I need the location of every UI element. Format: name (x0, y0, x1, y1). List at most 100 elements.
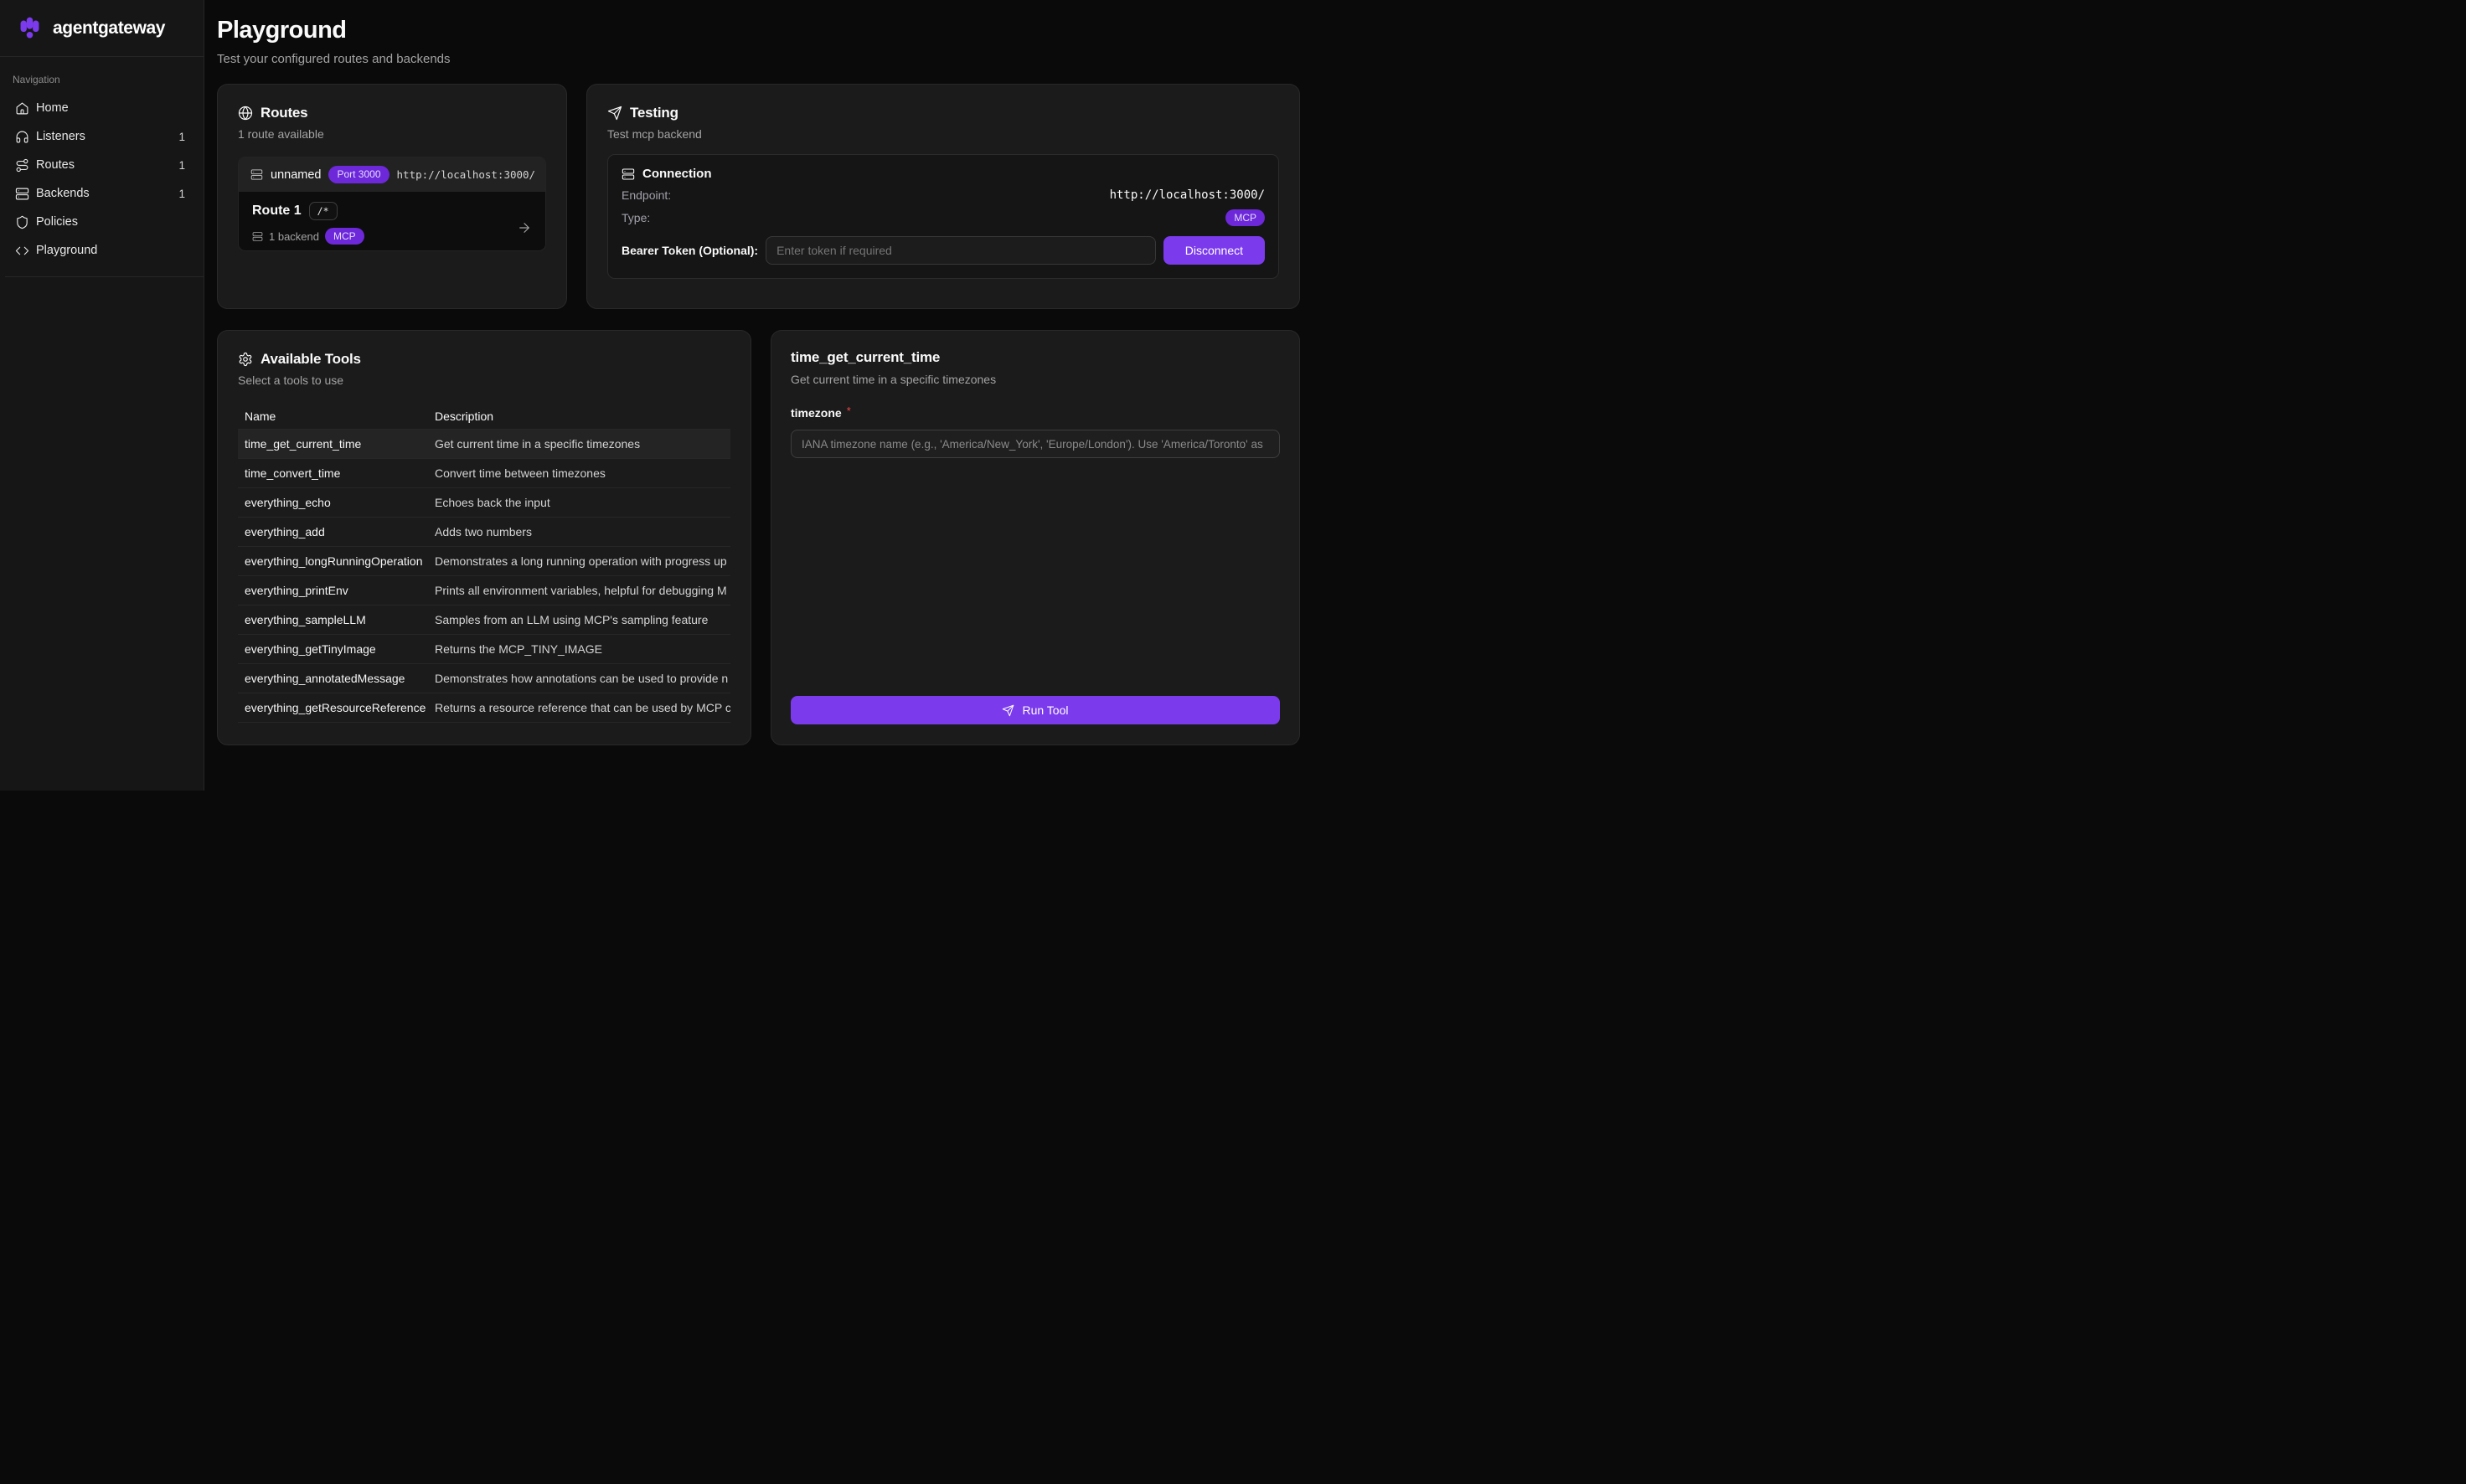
agentgateway-logo-icon (17, 15, 43, 41)
page-title: Playground (217, 17, 1300, 44)
sidebar-item-count: 1 (178, 159, 185, 172)
tool-name: everything_printEnv (238, 584, 428, 597)
tool-panel-title: time_get_current_time (791, 349, 1280, 366)
headphones-icon (15, 130, 29, 144)
tool-name: time_get_current_time (238, 437, 428, 451)
nav-divider (5, 276, 204, 277)
tool-description: Convert time between timezones (428, 466, 730, 480)
tool-row-everything_getTinyImage[interactable]: everything_getTinyImageReturns the MCP_T… (238, 635, 730, 664)
timezone-field-label: timezone (791, 406, 842, 420)
sidebar: agentgateway Navigation HomeListeners1Ro… (0, 0, 204, 791)
route-icon (15, 158, 29, 173)
tool-name: everything_sampleLLM (238, 613, 428, 626)
sidebar-item-backends[interactable]: Backends 1 (0, 179, 204, 208)
run-tool-button[interactable]: Run Tool (791, 696, 1280, 724)
main-content: Playground Test your configured routes a… (204, 0, 1313, 791)
tools-card-title: Available Tools (261, 351, 361, 368)
sidebar-item-playground[interactable]: Playground (0, 236, 204, 265)
tools-card-subtitle: Select a tools to use (238, 374, 730, 387)
tool-row-everything_getResourceReference[interactable]: everything_getResourceReferenceReturns a… (238, 693, 730, 723)
sidebar-item-routes[interactable]: Routes 1 (0, 151, 204, 179)
endpoint-label: Endpoint: (622, 188, 671, 202)
tool-description: Echoes back the input (428, 496, 730, 509)
sidebar-item-label: Home (36, 101, 185, 115)
gear-icon (238, 352, 253, 367)
tool-description: Returns a resource reference that can be… (428, 701, 730, 714)
tool-row-everything_add[interactable]: everything_addAdds two numbers (238, 518, 730, 547)
tool-description: Adds two numbers (428, 525, 730, 538)
sidebar-item-home[interactable]: Home (0, 94, 204, 122)
tool-row-time_get_current_time[interactable]: time_get_current_timeGet current time in… (238, 430, 730, 459)
route-row[interactable]: Route 1 /* 1 backend MCP (239, 192, 545, 250)
routes-card: Routes 1 route available unnamed Port 30… (217, 84, 567, 309)
disconnect-button[interactable]: Disconnect (1163, 236, 1265, 265)
send-icon (1002, 704, 1014, 717)
globe-icon (238, 106, 253, 121)
tool-name: time_convert_time (238, 466, 428, 480)
sidebar-item-policies[interactable]: Policies (0, 208, 204, 236)
sidebar-item-listeners[interactable]: Listeners 1 (0, 122, 204, 151)
tool-row-everything_sampleLLM[interactable]: everything_sampleLLMSamples from an LLM … (238, 605, 730, 635)
server-icon (250, 168, 263, 181)
routes-card-title: Routes (261, 105, 307, 121)
testing-card-title: Testing (630, 105, 678, 121)
server-icon (622, 167, 635, 181)
route-name: Route 1 (252, 204, 302, 219)
tool-row-everything_longRunningOperation[interactable]: everything_longRunningOperationDemonstra… (238, 547, 730, 576)
tool-row-everything_annotatedMessage[interactable]: everything_annotatedMessageDemonstrates … (238, 664, 730, 693)
tool-row-everything_printEnv[interactable]: everything_printEnvPrints all environmen… (238, 576, 730, 605)
sidebar-item-label: Listeners (36, 130, 172, 143)
tool-row-time_convert_time[interactable]: time_convert_timeConvert time between ti… (238, 459, 730, 488)
tools-table: Name Description time_get_current_timeGe… (238, 403, 730, 723)
tool-name: everything_annotatedMessage (238, 672, 428, 685)
send-icon (607, 106, 622, 121)
tool-name: everything_longRunningOperation (238, 554, 428, 568)
tool-name: everything_echo (238, 496, 428, 509)
route-type-badge: MCP (325, 228, 364, 245)
required-asterisk: * (847, 404, 851, 417)
tool-name: everything_getTinyImage (238, 642, 428, 656)
run-tool-label: Run Tool (1022, 703, 1068, 717)
sidebar-item-count: 1 (178, 188, 185, 200)
sidebar-item-label: Backends (36, 187, 172, 200)
tools-table-header: Name Description (238, 403, 730, 430)
available-tools-card: Available Tools Select a tools to use Na… (217, 330, 751, 745)
page-subtitle: Test your configured routes and backends (217, 52, 1300, 66)
listener-name: unnamed (271, 168, 321, 182)
listener-row[interactable]: unnamed Port 3000 http://localhost:3000/ (239, 157, 545, 192)
arrow-right-icon[interactable] (517, 220, 532, 240)
tool-detail-panel: time_get_current_time Get current time i… (771, 330, 1300, 745)
code-icon (15, 244, 29, 258)
routes-card-subtitle: 1 route available (238, 127, 546, 141)
type-label: Type: (622, 211, 650, 224)
tool-description: Returns the MCP_TINY_IMAGE (428, 642, 730, 656)
listener-url: http://localhost:3000/ (397, 168, 536, 181)
sidebar-item-label: Routes (36, 158, 172, 172)
testing-card: Testing Test mcp backend Connection Endp… (586, 84, 1300, 309)
tools-table-body: time_get_current_timeGet current time in… (238, 430, 730, 723)
timezone-input[interactable] (791, 430, 1280, 458)
sidebar-item-label: Policies (36, 215, 185, 229)
testing-card-subtitle: Test mcp backend (607, 127, 1279, 141)
tool-panel-subtitle: Get current time in a specific timezones (791, 373, 1280, 386)
endpoint-value: http://localhost:3000/ (1110, 188, 1265, 202)
column-header-description: Description (428, 410, 730, 423)
brand: agentgateway (0, 0, 204, 57)
server-icon (15, 187, 29, 201)
nav-list: Home Listeners 1 Routes 1 Backends 1 Policies Pl… (0, 94, 204, 265)
server-icon (252, 231, 263, 242)
tool-name: everything_add (238, 525, 428, 538)
sidebar-item-count: 1 (178, 131, 185, 143)
tool-row-everything_echo[interactable]: everything_echoEchoes back the input (238, 488, 730, 518)
tool-description: Get current time in a specific timezones (428, 437, 730, 451)
nav-section-label: Navigation (0, 57, 204, 94)
tool-name: everything_getResourceReference (238, 701, 428, 714)
column-header-name: Name (238, 410, 428, 423)
type-value-badge: MCP (1225, 209, 1265, 226)
connection-title: Connection (642, 167, 712, 181)
listener-group: unnamed Port 3000 http://localhost:3000/… (238, 157, 546, 251)
bearer-token-input[interactable] (766, 236, 1156, 265)
app-root: agentgateway Navigation HomeListeners1Ro… (0, 0, 1313, 791)
tool-description: Samples from an LLM using MCP's sampling… (428, 613, 730, 626)
shield-icon (15, 215, 29, 229)
